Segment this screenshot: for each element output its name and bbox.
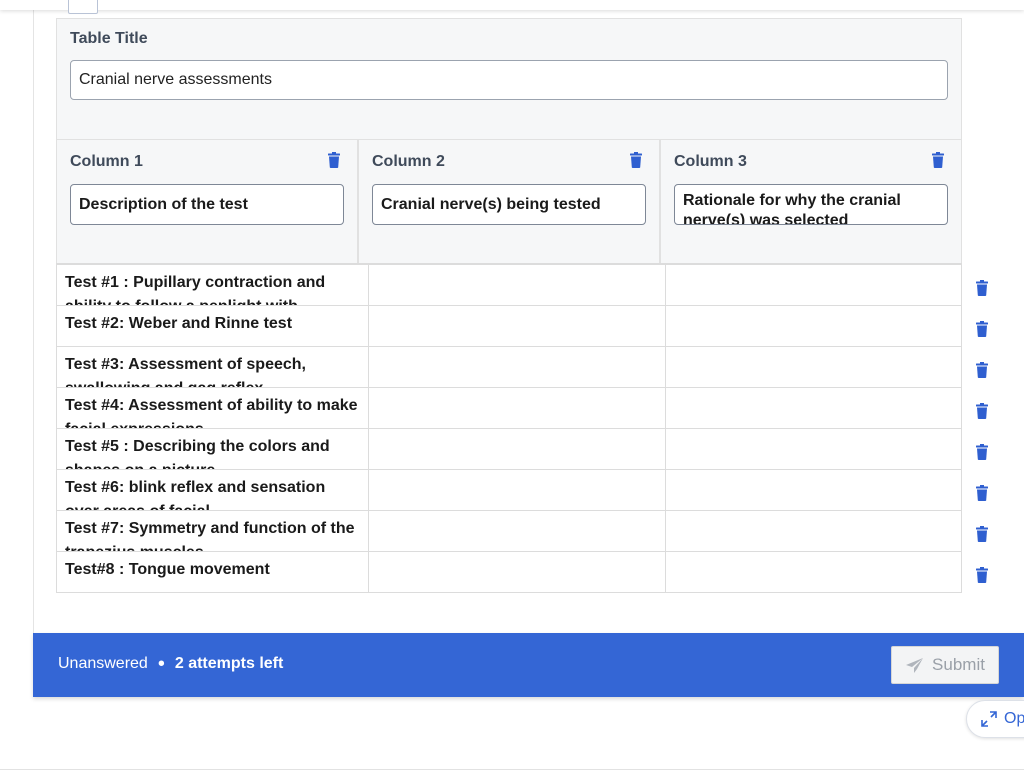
row-cell-col3[interactable] [665,511,962,552]
row-cell-col3[interactable] [665,470,962,511]
table-row: Test#8 : Tongue movement [56,552,988,593]
row-cell-col1[interactable]: Test #2: Weber and Rinne test [56,306,370,347]
table-row: Test #1 : Pupillary contraction and abil… [56,265,988,306]
trash-icon[interactable] [976,444,988,460]
table-title-input[interactable]: Cranial nerve assessments [70,60,948,100]
status-text: Unanswered [58,655,148,672]
trash-icon[interactable] [932,152,944,168]
open-button[interactable]: Op [966,700,1024,738]
column-name-input[interactable]: Cranial nerve(s) being tested [372,184,646,225]
attempts-left: 2 attempts left [174,655,284,672]
trash-icon[interactable] [976,362,988,378]
row-cell-col1[interactable]: Test #5 : Describing the colors and shap… [56,429,370,470]
row-cell-col2[interactable] [369,552,666,593]
table-row: Test #7: Symmetry and function of the tr… [56,511,988,552]
column-label: Column 2 [372,153,445,170]
row-cell-col1[interactable]: Test #3: Assessment of speech, swallowin… [56,347,370,388]
column-header-2: Column 2 Cranial nerve(s) being tested [358,140,660,264]
row-cell-col2[interactable] [369,511,666,552]
column-label: Column 1 [70,153,143,170]
bullet-separator: • [157,653,165,675]
open-label: Op [1004,710,1024,727]
row-cell-col2[interactable] [369,306,666,347]
row-cell-col3[interactable] [665,347,962,388]
row-cell-col2[interactable] [369,429,666,470]
column-name-input[interactable]: Rationale for why the cranial nerve(s) w… [674,184,948,225]
trash-icon[interactable] [976,280,988,296]
paper-plane-icon [906,657,924,673]
table-title-label: Table Title [70,30,148,47]
row-cell-col3[interactable] [665,306,962,347]
table-row: Test #2: Weber and Rinne test [56,306,988,347]
row-cell-col2[interactable] [369,265,666,306]
top-edge [0,0,1024,10]
trash-icon[interactable] [976,567,988,583]
table-title-panel: Table Title Cranial nerve assessments [56,18,962,140]
table-row: Test #5 : Describing the colors and shap… [56,429,988,470]
row-cell-col1[interactable]: Test #4: Assessment of ability to make f… [56,388,370,429]
table-rows: Test #1 : Pupillary contraction and abil… [56,263,988,593]
expand-arrows-icon [981,711,997,727]
column-headers: Column 1 Description of the test Column 2C… [56,140,962,264]
trash-icon[interactable] [630,152,642,168]
bottom-divider [0,769,1024,770]
table-row: Test #3: Assessment of speech, swallowin… [56,347,988,388]
trash-icon[interactable] [976,403,988,419]
row-cell-col3[interactable] [665,265,962,306]
column-label: Column 3 [674,153,747,170]
row-cell-col3[interactable] [665,429,962,470]
trash-icon[interactable] [976,321,988,337]
row-cell-col3[interactable] [665,388,962,429]
row-cell-col3[interactable] [665,552,962,593]
row-cell-col2[interactable] [369,470,666,511]
partial-control[interactable] [68,0,98,14]
table-row: Test #4: Assessment of ability to make f… [56,388,988,429]
column-name-input[interactable]: Description of the test [70,184,344,225]
submit-label: Submit [932,655,985,674]
row-cell-col1[interactable]: Test #1 : Pupillary contraction and abil… [56,265,370,306]
footer-bar: Unanswered • 2 attempts left Submit [33,633,1024,697]
column-header-3: Column 3 Rationale for why the cranial ne… [660,140,962,264]
trash-icon[interactable] [976,485,988,501]
row-cell-col2[interactable] [369,347,666,388]
answer-status: Unanswered • 2 attempts left [58,653,284,675]
trash-icon[interactable] [328,152,340,168]
row-cell-col1[interactable]: Test #6: blink reflex and sensation over… [56,470,370,511]
table-row: Test #6: blink reflex and sensation over… [56,470,988,511]
trash-icon[interactable] [976,526,988,542]
row-cell-col1[interactable]: Test #7: Symmetry and function of the tr… [56,511,370,552]
row-cell-col2[interactable] [369,388,666,429]
row-cell-col1[interactable]: Test#8 : Tongue movement [56,552,370,593]
column-header-1: Column 1 Description of the test [56,140,358,264]
submit-button[interactable]: Submit [891,646,999,684]
